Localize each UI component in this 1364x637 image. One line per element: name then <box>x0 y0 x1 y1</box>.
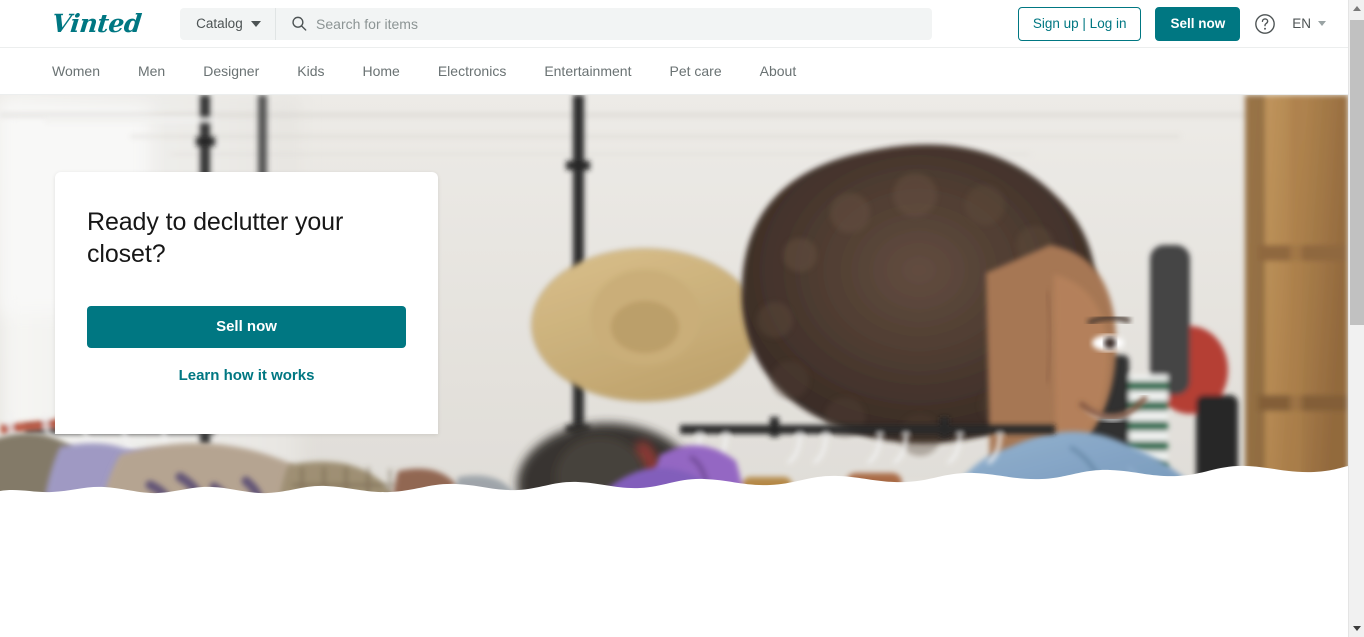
language-selector[interactable]: EN <box>1292 16 1326 31</box>
triangle-up-icon <box>1352 6 1361 11</box>
nav-item-women[interactable]: Women <box>52 63 100 79</box>
nav-item-about[interactable]: About <box>760 63 797 79</box>
header-sell-now-button[interactable]: Sell now <box>1155 6 1241 41</box>
nav-item-entertainment[interactable]: Entertainment <box>544 63 631 79</box>
search-bar: Catalog <box>180 7 933 40</box>
nav-item-electronics[interactable]: Electronics <box>438 63 506 79</box>
hero-banner: Ready to declutter your closet? Sell now… <box>0 95 1348 515</box>
scroll-down-button[interactable] <box>1349 620 1364 637</box>
learn-how-it-works-link[interactable]: Learn how it works <box>87 367 406 384</box>
hero-title: Ready to declutter your closet? <box>87 208 344 269</box>
torn-paper-edge <box>0 465 1348 515</box>
triangle-down-icon <box>1352 626 1361 631</box>
chevron-down-icon <box>1318 21 1326 26</box>
signup-login-button[interactable]: Sign up | Log in <box>1017 6 1142 41</box>
scrollbar-thumb[interactable] <box>1350 20 1364 325</box>
site-header: Vinted Catalog Sign up | Log in Sell now <box>0 0 1348 48</box>
scroll-up-button[interactable] <box>1349 0 1364 17</box>
vertical-scrollbar[interactable] <box>1348 0 1364 637</box>
page-body-empty <box>0 515 1348 637</box>
nav-item-pet-care[interactable]: Pet care <box>669 63 721 79</box>
header-actions: Sign up | Log in Sell now EN <box>1017 6 1326 41</box>
nav-item-home[interactable]: Home <box>362 63 399 79</box>
nav-item-designer[interactable]: Designer <box>203 63 259 79</box>
catalog-dropdown[interactable]: Catalog <box>180 7 276 40</box>
vinted-logo[interactable]: Vinted <box>50 9 142 38</box>
category-nav: Women Men Designer Kids Home Electronics… <box>0 48 1348 95</box>
page-content: Vinted Catalog Sign up | Log in Sell now <box>0 0 1348 637</box>
browser-viewport: Vinted Catalog Sign up | Log in Sell now <box>0 0 1364 637</box>
search-input[interactable] <box>316 7 933 40</box>
hero-sell-now-button[interactable]: Sell now <box>87 305 406 348</box>
nav-item-kids[interactable]: Kids <box>297 63 324 79</box>
catalog-dropdown-label: Catalog <box>196 16 243 31</box>
hero-cta-card: Ready to declutter your closet? Sell now… <box>55 172 438 434</box>
search-field[interactable] <box>276 7 933 40</box>
language-label: EN <box>1292 16 1311 31</box>
nav-item-men[interactable]: Men <box>138 63 165 79</box>
search-icon <box>292 16 307 31</box>
question-circle-icon[interactable] <box>1254 13 1276 35</box>
chevron-down-icon <box>250 20 261 27</box>
